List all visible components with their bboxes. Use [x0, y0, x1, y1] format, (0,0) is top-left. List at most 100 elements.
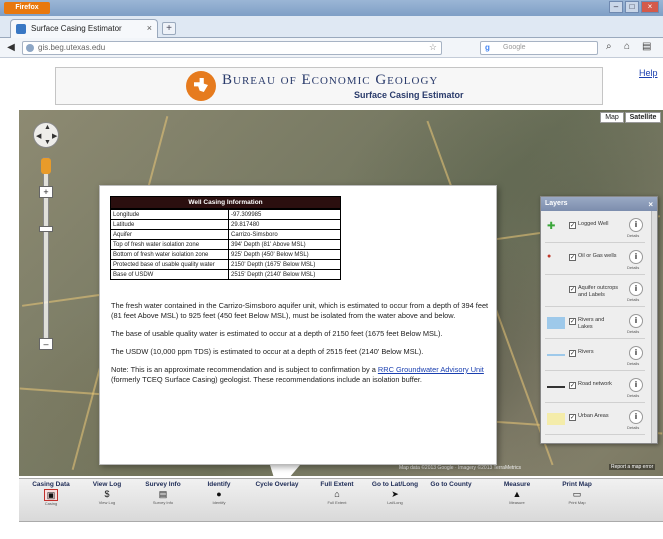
tool-go-to-lat-long-button[interactable]: Go to Lat/Long ➤ Lat/Long [367, 481, 423, 521]
zoom-slider-track[interactable] [43, 157, 49, 342]
tab-surface-casing-estimator[interactable]: Surface Casing Estimator × [10, 19, 158, 38]
info-icon[interactable]: i [629, 410, 643, 424]
window-titlebar: Firefox – □ × [0, 0, 663, 16]
row-value: 2515' Depth (2140' Below MSL) [228, 269, 341, 280]
bookmark-star-icon[interactable]: ☆ [429, 42, 437, 53]
minimize-icon[interactable]: – [609, 1, 623, 13]
tool-survey-info-button[interactable]: Survey Info ▤ Survey Info [135, 481, 191, 521]
info-icon[interactable]: i [629, 378, 643, 392]
row-label: Latitude [110, 219, 229, 230]
row-value: -97.309985 [228, 209, 341, 220]
layer-swatch [547, 317, 565, 329]
maximize-icon[interactable]: □ [625, 1, 639, 13]
pan-down-icon[interactable]: ▼ [44, 139, 51, 146]
layer-checkbox[interactable]: ✓ [569, 286, 576, 293]
tool-identify-button[interactable]: Identify ● Identify [191, 481, 247, 521]
well-info-text: The fresh water contained in the Carrizo… [111, 301, 491, 393]
view-log-icon: $ [104, 489, 110, 499]
full-extent-icon: ⌂ [334, 489, 340, 499]
map-attribution: Map data ©2013 Google · Imagery ©2013 Te… [399, 465, 522, 471]
row-label: Aquifer [110, 229, 229, 240]
map-type-map-button[interactable]: Map [600, 112, 624, 123]
casing-data-icon: ▣ [44, 489, 58, 501]
tool-full-extent-button[interactable]: Full Extent ⌂ Full Extent [309, 481, 365, 521]
bookmarks-icon[interactable]: ▤ [642, 41, 651, 52]
info-icon[interactable]: i [629, 250, 643, 264]
layer-item: ✓ Urban Areas i Details [545, 407, 645, 435]
street-view-pegman-icon[interactable] [41, 158, 51, 174]
layer-checkbox[interactable]: ✓ [569, 222, 576, 229]
tool-view-log-button[interactable]: View Log $ View Log [79, 481, 135, 521]
layer-item: ● ✓ Oil or Gas wells i Details [545, 247, 645, 275]
header-banner: Bureau of Economic Geology Surface Casin… [55, 67, 603, 105]
info-icon[interactable]: i [629, 314, 643, 328]
row-label: Bottom of fresh water isolation zone [110, 249, 229, 260]
info-icon[interactable]: i [629, 282, 643, 296]
row-value: 2150' Depth (1675' Below MSL) [228, 259, 341, 270]
tool-sublabel: Survey Info [152, 500, 174, 505]
layer-label: Urban Areas [578, 413, 609, 419]
firefox-menu-button[interactable]: Firefox [4, 2, 50, 14]
table-row: Top of fresh water isolation zone 394' De… [110, 239, 341, 250]
help-link[interactable]: Help [639, 68, 658, 78]
tool-casing-data-button[interactable]: Casing Data ▣ Casing [23, 481, 79, 521]
close-icon[interactable]: × [648, 198, 653, 212]
layer-checkbox[interactable]: ✓ [569, 414, 576, 421]
layer-item: ✓ Rivers i Details [545, 343, 645, 371]
table-row: Base of USDW 2515' Depth (2140' Below MSL… [110, 269, 341, 280]
search-bar[interactable]: g Google [480, 41, 598, 55]
new-tab-button[interactable]: + [162, 22, 176, 35]
pan-left-icon[interactable]: ◀ [36, 132, 41, 140]
table-row: Protected base of usable quality water 21… [110, 259, 341, 270]
layer-swatch [547, 285, 565, 297]
globe-icon [16, 24, 26, 34]
tab-close-icon[interactable]: × [147, 23, 152, 33]
pan-control[interactable]: ▲ ▼ ◀ ▶ [33, 122, 59, 148]
tool-print-map-button[interactable]: Print Map ▭ Print Map [549, 481, 605, 521]
identify-icon: ● [216, 489, 222, 499]
layer-label: Oil or Gas wells [578, 253, 617, 259]
tool-label: Cycle Overlay [255, 481, 299, 488]
pan-right-icon[interactable]: ▶ [52, 132, 57, 140]
row-value: 925' Depth (450' Below MSL) [228, 249, 341, 260]
layers-scrollbar[interactable] [651, 211, 657, 443]
zoom-slider-handle[interactable] [39, 226, 53, 232]
back-arrow-icon[interactable]: ◀ [4, 41, 18, 55]
map-type-satellite-button[interactable]: Satellite [625, 112, 661, 123]
table-row: Latitude 29.817480 [110, 219, 341, 230]
layer-details-label: Details [627, 233, 640, 238]
close-icon[interactable]: × [641, 1, 659, 13]
tool-label: Full Extent [320, 481, 354, 488]
layer-item: ✓ Aquifer outcrops and Labels i Details [545, 279, 645, 307]
zoom-in-button[interactable]: + [39, 186, 53, 198]
layer-swatch: ✚ [547, 221, 556, 232]
address-bar[interactable]: gis.beg.utexas.edu ☆ [22, 41, 442, 55]
usdw-paragraph: The USDW (10,000 ppm TDS) is estimated t… [111, 347, 424, 356]
tool-label: Casing Data [32, 481, 70, 488]
info-icon[interactable]: i [629, 218, 643, 232]
info-icon[interactable]: i [629, 346, 643, 360]
page-footer [0, 524, 663, 539]
google-icon: g [485, 43, 490, 52]
layer-checkbox[interactable]: ✓ [569, 382, 576, 389]
page-content: Bureau of Economic Geology Surface Casin… [0, 58, 663, 539]
zoom-out-button[interactable]: – [39, 338, 53, 350]
tool-cycle-overlay-button[interactable]: Cycle Overlay [249, 481, 305, 521]
print-map-icon: ▭ [572, 489, 582, 499]
site-identity-icon[interactable] [26, 44, 34, 52]
report-map-error-link[interactable]: Report a map error [609, 464, 656, 470]
layer-details-label: Details [627, 393, 640, 398]
layer-checkbox[interactable]: ✓ [569, 254, 576, 261]
layer-item: ✓ Road network i Details [545, 375, 645, 403]
home-icon[interactable]: ⌂ [624, 41, 630, 52]
layer-checkbox[interactable]: ✓ [569, 350, 576, 357]
search-icon[interactable]: ⌕ [606, 41, 612, 52]
rrc-groundwater-link[interactable]: RRC Groundwater Advisory Unit [378, 365, 484, 374]
tool-go-to-county-button[interactable]: Go to County [423, 481, 479, 521]
pan-up-icon[interactable]: ▲ [44, 124, 51, 131]
layer-checkbox[interactable]: ✓ [569, 318, 576, 325]
table-row: Aquifer Carrizo-Simsboro [110, 229, 341, 240]
tool-label: Go to County [430, 481, 472, 488]
tool-measure-button[interactable]: Measure ▲ Measure [489, 481, 545, 521]
tool-sublabel: Casing [44, 501, 58, 506]
